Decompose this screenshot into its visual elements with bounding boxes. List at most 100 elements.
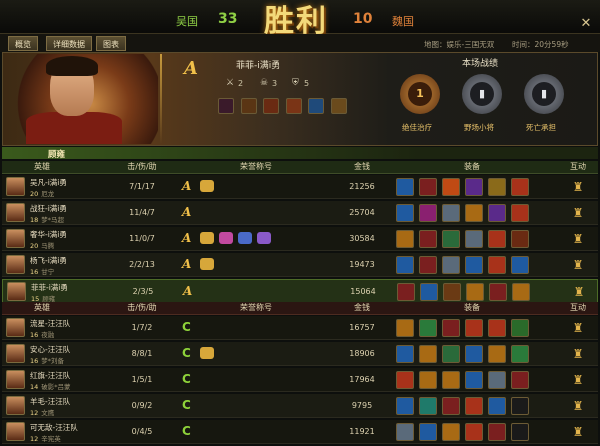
tab-details[interactable]: 详细数据 — [46, 36, 92, 51]
hero-avatar[interactable] — [6, 318, 25, 337]
field-badge-icon[interactable]: ▮ — [462, 74, 502, 114]
equipment-slot[interactable] — [511, 256, 529, 274]
trophy-icon[interactable]: ♜ — [570, 346, 586, 362]
equipment-slot[interactable] — [442, 178, 460, 196]
trophy-icon[interactable]: ♜ — [570, 205, 586, 221]
equipment-slot[interactable] — [511, 204, 529, 222]
equipment-slot[interactable] — [488, 319, 506, 337]
hero-avatar[interactable] — [6, 344, 25, 363]
equipment-slot[interactable] — [396, 256, 414, 274]
trophy-icon[interactable]: ♜ — [570, 424, 586, 440]
equipment-slot[interactable] — [420, 283, 438, 301]
hero-avatar[interactable] — [6, 396, 25, 415]
equipment-slot[interactable] — [465, 319, 483, 337]
equipment-slot[interactable] — [396, 345, 414, 363]
equipment-slot[interactable] — [465, 178, 483, 196]
equipment-slot[interactable] — [488, 178, 506, 196]
hero-avatar[interactable] — [7, 282, 26, 301]
equipment-slot[interactable] — [512, 283, 530, 301]
hero-avatar[interactable] — [6, 229, 25, 248]
equipment-slot[interactable] — [396, 423, 414, 441]
trophy-icon[interactable]: ♜ — [570, 231, 586, 247]
hero-avatar[interactable] — [6, 370, 25, 389]
equipment-slot[interactable] — [396, 371, 414, 389]
tab-charts[interactable]: 图表 — [96, 36, 126, 51]
equipment-slot[interactable] — [218, 98, 234, 114]
equipment-slot[interactable] — [419, 397, 437, 415]
trophy-icon[interactable]: ♜ — [570, 372, 586, 388]
equipment-slot[interactable] — [419, 178, 437, 196]
equipment-slot[interactable] — [419, 345, 437, 363]
equipment-slot[interactable] — [442, 230, 460, 248]
hero-avatar[interactable] — [6, 203, 25, 222]
equipment-slot[interactable] — [330, 98, 347, 114]
equipment-slot[interactable] — [466, 283, 484, 301]
trophy-icon[interactable]: ♜ — [571, 284, 587, 300]
equipment-slot[interactable] — [397, 283, 415, 301]
equipment-slot[interactable] — [511, 397, 529, 415]
equipment-slot[interactable] — [308, 98, 325, 114]
death-badge-icon[interactable]: ▮ — [524, 74, 564, 114]
equipment-slot[interactable] — [465, 397, 483, 415]
equipment-slot[interactable] — [285, 98, 302, 114]
close-icon[interactable]: ✕ — [578, 16, 594, 32]
equipment-slot[interactable] — [488, 423, 506, 441]
equipment-slot[interactable] — [419, 204, 437, 222]
equipment-slot[interactable] — [511, 345, 529, 363]
honor-icon[interactable] — [257, 232, 271, 244]
equipment-slot[interactable] — [465, 371, 483, 389]
equipment-slot[interactable] — [488, 256, 506, 274]
equipment-slot[interactable] — [396, 178, 414, 196]
equipment-slot[interactable] — [488, 204, 506, 222]
trophy-icon[interactable]: ♜ — [570, 257, 586, 273]
equipment-slot[interactable] — [419, 423, 437, 441]
equipment-slot[interactable] — [465, 345, 483, 363]
equipment-slot[interactable] — [396, 204, 414, 222]
equipment-slot[interactable] — [511, 423, 529, 441]
honor-icon[interactable] — [200, 232, 214, 244]
equipment-slot[interactable] — [443, 283, 461, 301]
equipment-slot[interactable] — [488, 230, 506, 248]
hero-avatar[interactable] — [6, 177, 25, 196]
trophy-icon[interactable]: ♜ — [570, 320, 586, 336]
equipment-slot[interactable] — [488, 397, 506, 415]
equipment-slot[interactable] — [442, 204, 460, 222]
hero-avatar[interactable] — [6, 255, 25, 274]
equipment-slot[interactable] — [419, 371, 437, 389]
equipment-slot[interactable] — [442, 345, 460, 363]
equipment-slot[interactable] — [396, 230, 414, 248]
tab-overview[interactable]: 概览 — [8, 36, 38, 51]
equipment-slot[interactable] — [442, 371, 460, 389]
equipment-slot[interactable] — [465, 204, 483, 222]
trophy-icon[interactable]: ♜ — [570, 398, 586, 414]
equipment-slot[interactable] — [263, 98, 280, 114]
hero-avatar[interactable] — [6, 422, 25, 441]
equipment-slot[interactable] — [465, 423, 483, 441]
equipment-slot[interactable] — [488, 371, 506, 389]
equipment-slot[interactable] — [511, 319, 529, 337]
equipment-slot[interactable] — [465, 256, 483, 274]
honor-icon[interactable] — [200, 347, 214, 359]
equipment-slot[interactable] — [511, 230, 529, 248]
equipment-slot[interactable] — [396, 319, 414, 337]
equipment-slot[interactable] — [511, 371, 529, 389]
heal-badge-icon[interactable]: 1 — [400, 74, 440, 114]
equipment-slot[interactable] — [442, 397, 460, 415]
equipment-slot[interactable] — [396, 397, 414, 415]
trophy-icon[interactable]: ♜ — [570, 179, 586, 195]
equipment-slot[interactable] — [442, 319, 460, 337]
equipment-slot[interactable] — [489, 283, 507, 301]
honor-icon[interactable] — [238, 232, 252, 244]
honor-icon[interactable] — [219, 232, 233, 244]
equipment-slot[interactable] — [511, 178, 529, 196]
equipment-slot[interactable] — [419, 256, 437, 274]
equipment-slot[interactable] — [442, 256, 460, 274]
equipment-slot[interactable] — [442, 423, 460, 441]
honor-icon[interactable] — [200, 258, 214, 270]
equipment-slot[interactable] — [419, 230, 437, 248]
equipment-slot[interactable] — [240, 98, 257, 114]
equipment-slot[interactable] — [465, 230, 483, 248]
honor-icon[interactable] — [200, 180, 214, 192]
equipment-slot[interactable] — [488, 345, 506, 363]
equipment-slot[interactable] — [419, 319, 437, 337]
